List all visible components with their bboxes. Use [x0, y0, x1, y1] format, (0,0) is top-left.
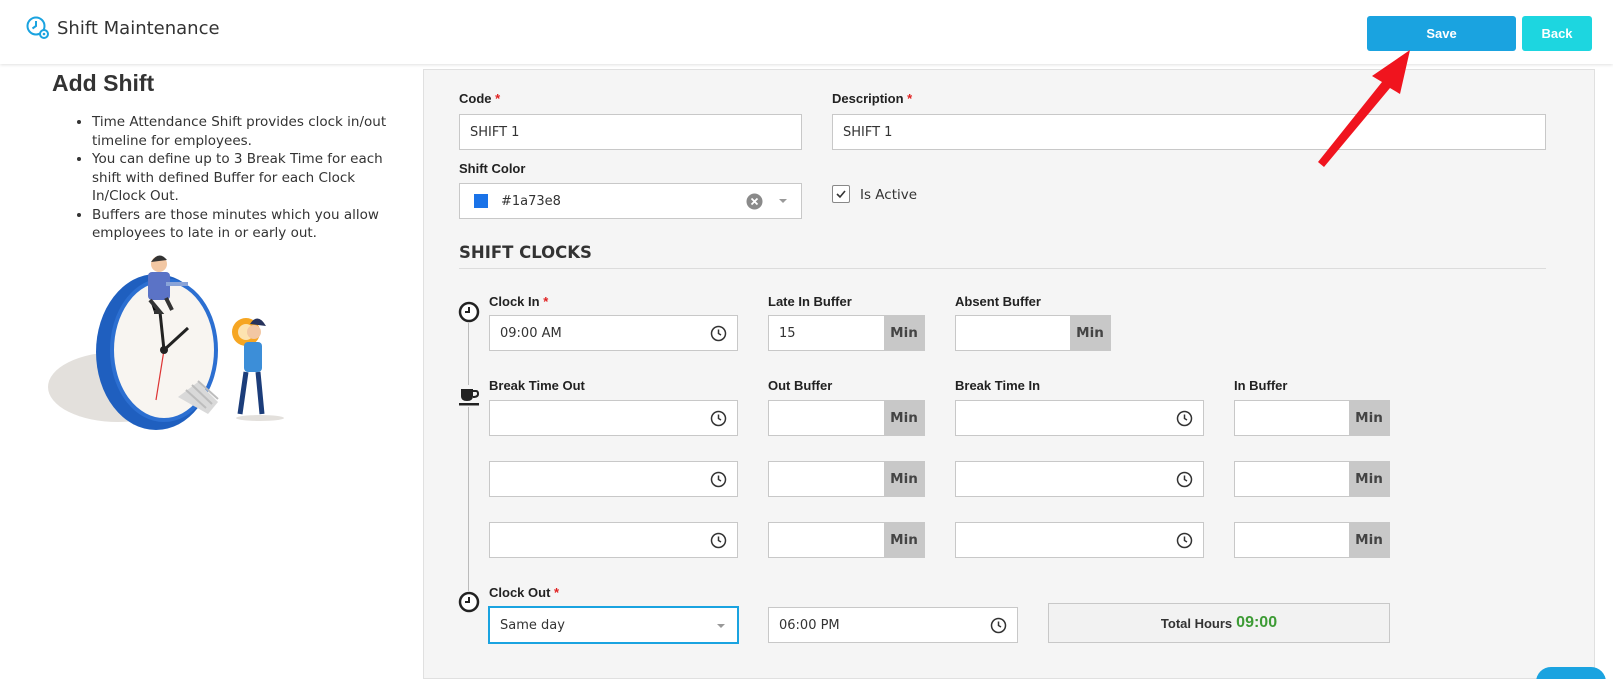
clear-icon[interactable] — [746, 193, 763, 210]
page-title: Add Shift — [52, 70, 155, 96]
clock-icon[interactable] — [710, 471, 727, 488]
coffee-cup-icon — [458, 385, 480, 407]
description-label: Description * — [832, 91, 913, 106]
is-active-label: Is Active — [860, 187, 918, 203]
clock-icon[interactable] — [1176, 532, 1193, 549]
min-unit-label: Min — [1349, 401, 1389, 435]
in-buffer-input[interactable]: Min — [1234, 400, 1390, 436]
total-hours-value: 09:00 — [1236, 614, 1278, 631]
clock-icon[interactable] — [1176, 471, 1193, 488]
shift-clocks-title: SHIFT CLOCKS — [459, 243, 592, 262]
clock-out-label: Clock Out * — [489, 585, 560, 600]
absent-buffer-label: Absent Buffer — [955, 294, 1041, 309]
is-active-checkbox[interactable] — [832, 185, 850, 203]
break-time-in-label: Break Time In — [955, 378, 1041, 393]
late-in-buffer-input[interactable]: 15 Min — [768, 315, 925, 351]
break-time-out-label: Break Time Out — [489, 378, 585, 393]
min-unit-label: Min — [884, 401, 924, 435]
clock-icon[interactable] — [710, 410, 727, 427]
out-buffer-input[interactable]: Min — [768, 400, 925, 436]
min-unit-label: Min — [884, 523, 924, 557]
clock-icon[interactable] — [1176, 410, 1193, 427]
out-buffer-input[interactable]: Min — [768, 461, 925, 497]
clock-out-icon — [458, 591, 480, 613]
break-time-in-input[interactable] — [955, 461, 1204, 497]
in-buffer-input[interactable]: Min — [1234, 461, 1390, 497]
time-attendance-illustration — [48, 255, 284, 430]
clock-in-label: Clock In * — [489, 294, 549, 309]
break-time-in-input[interactable] — [955, 522, 1204, 558]
total-hours-box: Total Hours 09:00 — [1048, 603, 1390, 643]
in-buffer-label: In Buffer — [1234, 378, 1288, 393]
shift-color-label: Shift Color — [459, 161, 526, 176]
break-time-out-input[interactable] — [489, 400, 738, 436]
break-time-out-input[interactable] — [489, 461, 738, 497]
code-label: Code * — [459, 91, 501, 106]
min-unit-label: Min — [1349, 462, 1389, 496]
clock-in-icon — [458, 301, 480, 323]
clock-icon[interactable] — [710, 532, 727, 549]
in-buffer-input[interactable]: Min — [1234, 522, 1390, 558]
app-title: Shift Maintenance — [57, 18, 220, 39]
section-divider — [459, 268, 1546, 269]
clock-out-time-input[interactable]: 06:00 PM — [768, 607, 1018, 643]
clock-icon[interactable] — [710, 325, 727, 342]
back-button[interactable]: Back — [1522, 16, 1592, 51]
info-bullet-list: Time Attendance Shift provides clock in/… — [68, 113, 413, 243]
out-buffer-label: Out Buffer — [768, 378, 833, 393]
min-unit-label: Min — [1070, 316, 1110, 350]
min-unit-label: Min — [884, 316, 924, 350]
late-in-buffer-label: Late In Buffer — [768, 294, 852, 309]
absent-buffer-input[interactable]: Min — [955, 315, 1111, 351]
total-hours-label: Total Hours — [1160, 615, 1233, 631]
check-icon — [836, 190, 846, 199]
info-bullet: You can define up to 3 Break Time for ea… — [92, 150, 413, 206]
clock-in-input[interactable]: 09:00 AM — [489, 315, 738, 351]
min-unit-label: Min — [884, 462, 924, 496]
shift-color-select[interactable]: #1a73e8 — [459, 183, 802, 219]
clock-icon[interactable] — [990, 617, 1007, 634]
timeline-line — [468, 318, 469, 596]
description-input[interactable]: SHIFT 1 — [832, 114, 1546, 150]
color-swatch — [474, 194, 488, 208]
break-time-in-input[interactable] — [955, 400, 1204, 436]
min-unit-label: Min — [1349, 523, 1389, 557]
help-chat-button[interactable] — [1536, 667, 1606, 679]
info-bullet: Time Attendance Shift provides clock in/… — [92, 113, 413, 150]
code-input[interactable]: SHIFT 1 — [459, 114, 802, 150]
clock-out-day-select[interactable]: Same day — [488, 606, 739, 644]
shift-clock-gear-icon — [26, 16, 49, 39]
out-buffer-input[interactable]: Min — [768, 522, 925, 558]
chevron-down-icon — [717, 624, 725, 628]
annotation-arrow-icon — [1318, 50, 1410, 167]
chevron-down-icon — [779, 199, 787, 203]
break-time-out-input[interactable] — [489, 522, 738, 558]
